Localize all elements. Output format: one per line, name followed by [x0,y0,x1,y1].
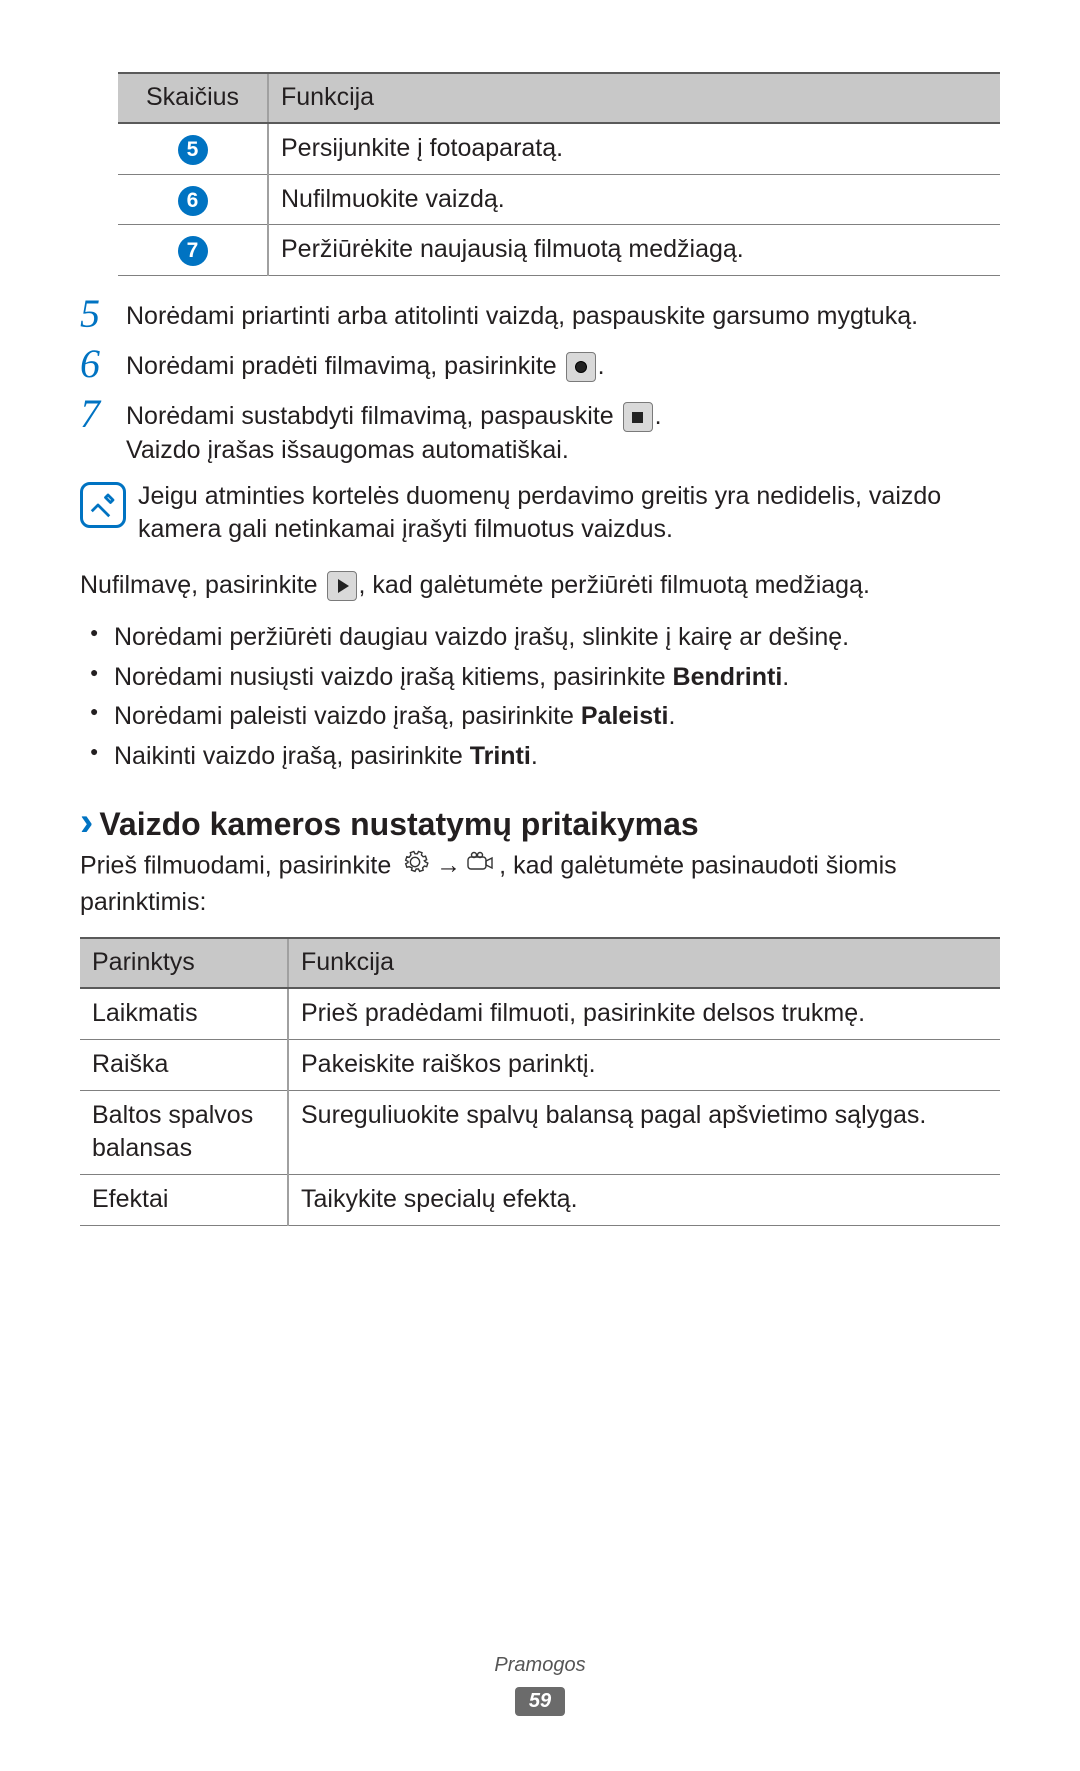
section-heading: › Vaizdo kameros nustatymų pritaikymas [80,802,1000,846]
table-row: Baltos spalvos balansas Sureguliuokite s… [80,1090,1000,1175]
table1-func-1: Nufilmuokite vaizdą. [268,174,1000,225]
arrow-icon: → [436,851,461,879]
table-row: 7 Peržiūrėkite naujausią filmuotą medžia… [118,225,1000,276]
bullet-list: Norėdami peržiūrėti daugiau vaizdo įrašų… [80,621,1000,774]
number-function-table: Skaičius Funkcija 5 Persijunkite į fotoa… [118,72,1000,276]
step-7-line1-before: Norėdami sustabdyti filmavimą, paspauski… [126,402,621,430]
note-text: Jeigu atminties kortelės duomenų perdavi… [138,480,1000,548]
step-number: 7 [80,394,126,434]
play-icon [327,571,357,601]
table2-header-function: Funkcija [288,938,1000,988]
list-item: Norėdami nusiųsti vaizdo įrašą kitiems, … [80,661,1000,695]
chevron-icon: › [80,802,93,842]
camcorder-icon [467,848,497,886]
intro-before: Prieš filmuodami, pasirinkite [80,851,398,879]
step-7-line1-after: . [655,402,662,430]
after-note-after: , kad galėtumėte peržiūrėti filmuotą med… [359,571,870,599]
bullet-1-bold: Bendrinti [673,663,783,691]
table2-opt-1: Raiška [80,1039,288,1090]
bullet-3-post: . [531,742,538,770]
bullet-3-pre: Naikinti vaizdo įrašą, pasirinkite [114,742,470,770]
page-number: 59 [515,1687,565,1716]
page-footer: Pramogos 59 [0,1652,1080,1717]
after-note-paragraph: Nufilmavę, pasirinkite , kad galėtumėte … [80,569,1000,603]
bullet-2-pre: Norėdami paleisti vaizdo įrašą, pasirink… [114,702,581,730]
table-row: 6 Nufilmuokite vaizdą. [118,174,1000,225]
footer-section-label: Pramogos [0,1652,1080,1679]
table2-opt-0: Laikmatis [80,988,288,1039]
bullet-1-post: . [782,663,789,691]
list-item: Norėdami paleisti vaizdo įrašą, pasirink… [80,700,1000,734]
table1-header-number: Skaičius [118,73,268,123]
table-row: 5 Persijunkite į fotoaparatą. [118,123,1000,174]
step-number: 5 [80,294,126,334]
list-item: Naikinti vaizdo įrašą, pasirinkite Trint… [80,740,1000,774]
step-6-after: . [598,352,605,380]
step-6: 6 Norėdami pradėti filmavimą, pasirinkit… [80,344,1000,384]
section-title: Vaizdo kameros nustatymų pritaikymas [99,803,698,846]
table-row: Laikmatis Prieš pradėdami filmuoti, pasi… [80,988,1000,1039]
table2-opt-2: Baltos spalvos balansas [80,1090,288,1175]
table2-func-1: Pakeiskite raiškos parinktį. [288,1039,1000,1090]
table2-func-0: Prieš pradėdami filmuoti, pasirinkite de… [288,988,1000,1039]
step-5-text: Norėdami priartinti arba atitolinti vaiz… [126,294,1000,334]
stop-icon [623,402,653,432]
table1-func-2: Peržiūrėkite naujausią filmuotą medžiagą… [268,225,1000,276]
step-7-line2: Vaizdo įrašas išsaugomas automatiškai. [126,436,569,464]
bullet-0-text: Norėdami peržiūrėti daugiau vaizdo įrašų… [114,623,849,651]
step-6-body: Norėdami pradėti filmavimą, pasirinkite … [126,344,1000,384]
table-row: Raiška Pakeiskite raiškos parinktį. [80,1039,1000,1090]
bullet-3-bold: Trinti [470,742,531,770]
number-badge-7: 7 [178,236,208,266]
record-icon [566,352,596,382]
table2-opt-3: Efektai [80,1175,288,1226]
list-item: Norėdami peržiūrėti daugiau vaizdo įrašų… [80,621,1000,655]
step-7-body: Norėdami sustabdyti filmavimą, paspauski… [126,394,1000,468]
number-badge-6: 6 [178,186,208,216]
step-6-before: Norėdami pradėti filmavimą, pasirinkite [126,352,564,380]
table2-header-options: Parinktys [80,938,288,988]
step-number: 6 [80,344,126,384]
bullet-1-pre: Norėdami nusiųsti vaizdo įrašą kitiems, … [114,663,673,691]
number-badge-5: 5 [178,135,208,165]
table2-func-3: Taikykite specialų efektą. [288,1175,1000,1226]
table1-func-0: Persijunkite į fotoaparatą. [268,123,1000,174]
table2-func-2: Sureguliuokite spalvų balansą pagal apšv… [288,1090,1000,1175]
step-7: 7 Norėdami sustabdyti filmavimą, paspaus… [80,394,1000,468]
bullet-2-bold: Paleisti [581,702,669,730]
note-icon [80,482,126,528]
gear-icon [400,848,430,886]
table1-header-function: Funkcija [268,73,1000,123]
bullet-2-post: . [668,702,675,730]
table-row: Efektai Taikykite specialų efektą. [80,1175,1000,1226]
after-note-before: Nufilmavę, pasirinkite [80,571,325,599]
step-5: 5 Norėdami priartinti arba atitolinti va… [80,294,1000,334]
options-function-table: Parinktys Funkcija Laikmatis Prieš pradė… [80,937,1000,1226]
section-intro: Prieš filmuodami, pasirinkite →, kad gal… [80,848,1000,920]
note-block: Jeigu atminties kortelės duomenų perdavi… [80,480,1000,548]
